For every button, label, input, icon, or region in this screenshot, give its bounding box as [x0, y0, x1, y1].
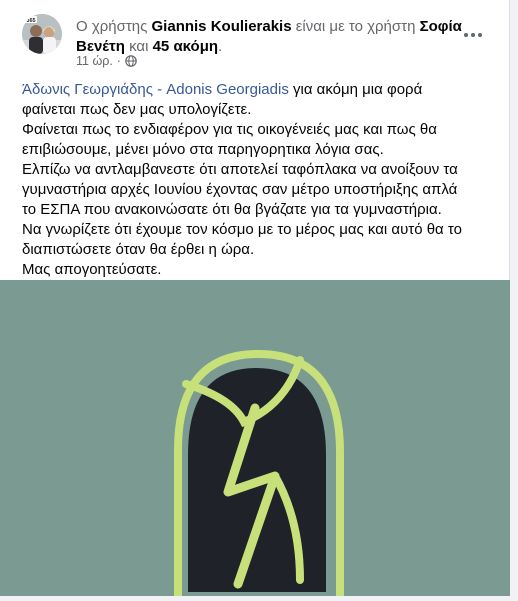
post-card: 365 Ο χρήστης Giannis Koulierakis είναι … — [0, 0, 510, 600]
header-suffix: . — [218, 38, 223, 55]
body-line: επιβιώσουμε, μένει μόνο στα παρηγορητικα… — [22, 141, 384, 158]
body-line: Φαίνεται πως το ενδιαφέρον για τις οικογ… — [22, 121, 437, 138]
header-and: και — [129, 38, 149, 55]
post-meta: 11 ώρ. · — [76, 54, 137, 68]
body-line-1-rest: για ακόμη μια φορά — [288, 81, 423, 98]
more-horizontal-icon — [464, 33, 482, 37]
meta-separator: · — [116, 54, 121, 68]
avatar-photo: 365 — [22, 14, 62, 54]
timestamp-link[interactable]: 11 ώρ. — [76, 54, 113, 68]
mention-link[interactable]: Άδωνις Γεωργιάδης - Adonis Georgiadis — [22, 81, 289, 98]
logo-graphic — [174, 349, 344, 600]
post-body: Άδωνις Γεωργιάδης - Adonis Georgiadis γι… — [22, 80, 492, 280]
page-background-strip — [510, 0, 518, 596]
avatar-badge-text: 365 — [26, 18, 35, 24]
post-header: 365 Ο χρήστης Giannis Koulierakis είναι … — [0, 0, 510, 70]
body-line: γυμναστήρια αρχές Ιουνίου έχοντας σαν μέ… — [22, 181, 458, 198]
post-image[interactable] — [0, 280, 510, 600]
others-link[interactable]: 45 ακόμη — [153, 38, 218, 55]
author-name-link[interactable]: Giannis Koulierakis — [152, 18, 292, 35]
body-line: το ΕΣΠΑ που ανακοινώσατε ότι θα βγάζατε … — [22, 201, 442, 218]
header-middle: είναι με το χρήστη — [295, 18, 416, 35]
body-line-1: Άδωνις Γεωργιάδης - Adonis Georgiadis γι… — [22, 80, 492, 100]
body-line: φαίνεται πως δεν μας υπολογίζετε. — [22, 101, 252, 118]
body-line: διαπιστώσετε όταν θα έρθει η ώρα. — [22, 241, 255, 258]
header-line: Ο χρήστης Giannis Koulierakis είναι με τ… — [76, 17, 466, 57]
header-prefix: Ο χρήστης — [76, 18, 148, 35]
more-options-button[interactable] — [460, 22, 486, 48]
author-avatar[interactable]: 365 — [22, 14, 62, 54]
body-line: Ελπίζω να αντλαμβανεστε ότι αποτελεί ταφ… — [22, 161, 458, 178]
body-line: Να γνωρίζετε ότι έχουμε τον κόσμο με το … — [22, 221, 462, 238]
body-line: Μας απογοητεύσατε. — [22, 261, 162, 278]
globe-icon[interactable] — [125, 55, 137, 67]
